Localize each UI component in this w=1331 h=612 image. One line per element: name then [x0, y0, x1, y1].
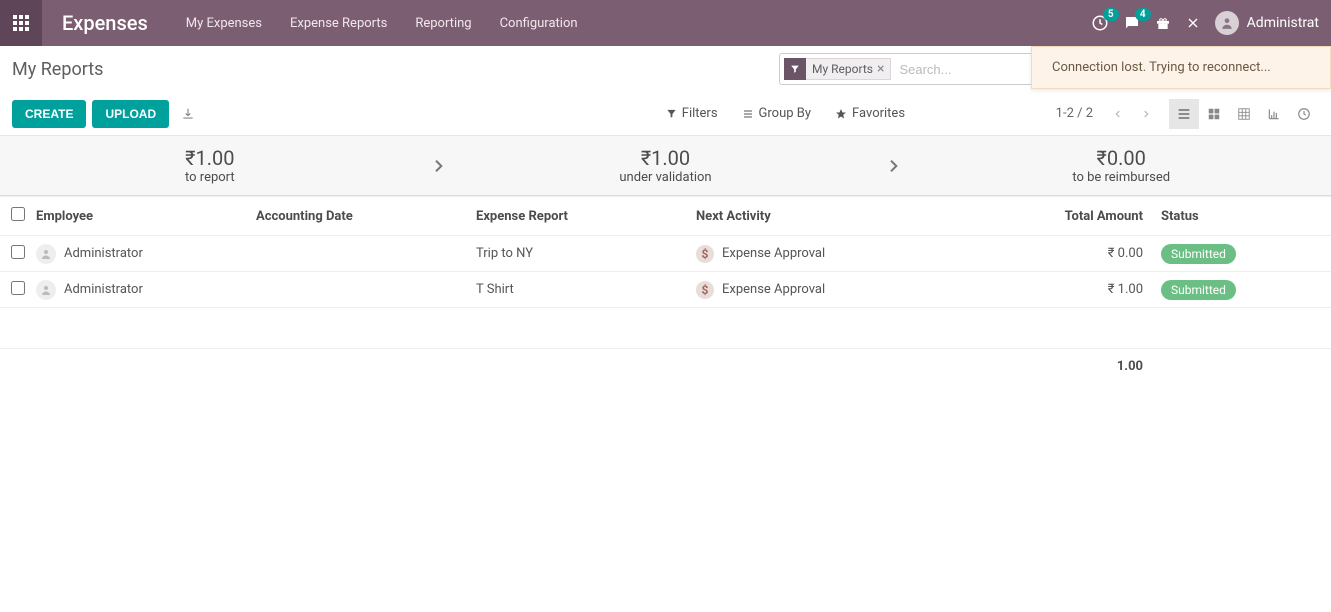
star-icon	[835, 108, 847, 120]
expense-report-name: T Shirt	[476, 282, 696, 297]
discuss-badge: 4	[1135, 8, 1151, 21]
view-list[interactable]	[1169, 99, 1199, 129]
cp-right: 1-2 / 2	[1056, 99, 1319, 129]
activity-icon-button[interactable]: 5	[1091, 14, 1109, 32]
debug-icon-button[interactable]	[1185, 15, 1201, 31]
avatar	[1215, 11, 1239, 35]
summary-to-report[interactable]: ₹1.00 to report	[0, 146, 420, 185]
select-all-checkbox-cell	[0, 207, 36, 225]
connection-toast: Connection lost. Trying to reconnect...	[1031, 46, 1331, 89]
filters-button[interactable]: Filters	[666, 106, 718, 121]
next-activity: Expense Approval	[722, 246, 825, 261]
gift-icon-button[interactable]	[1155, 15, 1171, 31]
apps-icon	[13, 15, 29, 31]
employee-avatar	[36, 280, 56, 300]
nav-right: 5 4 Administrat	[1091, 0, 1331, 46]
table-footer: 1.00	[0, 348, 1331, 384]
col-header-total-amount[interactable]: Total Amount	[996, 209, 1161, 224]
dollar-icon: $	[696, 281, 714, 299]
group-by-button[interactable]: Group By	[742, 106, 812, 121]
col-header-employee[interactable]: Employee	[36, 209, 256, 224]
pager-prev[interactable]	[1107, 103, 1129, 125]
chevron-right-icon	[430, 154, 446, 178]
nav-link-configuration[interactable]: Configuration	[486, 0, 592, 46]
control-panel-bottom: CREATE UPLOAD Filters Group By Favorites…	[0, 92, 1331, 136]
chevron-right-icon	[885, 154, 901, 178]
col-header-next-activity[interactable]: Next Activity	[696, 209, 996, 224]
app-brand[interactable]: Expenses	[42, 0, 172, 46]
summary-bar: ₹1.00 to report ₹1.00 under validation ₹…	[0, 136, 1331, 196]
user-menu[interactable]: Administrat	[1215, 11, 1319, 35]
status-badge: Submitted	[1161, 244, 1236, 264]
discuss-icon-button[interactable]: 4	[1123, 14, 1141, 32]
kanban-icon	[1207, 107, 1221, 121]
view-pivot[interactable]	[1229, 99, 1259, 129]
person-icon	[1220, 16, 1234, 30]
upload-button[interactable]: UPLOAD	[92, 100, 169, 128]
clock-icon	[1297, 107, 1311, 121]
nav-link-my-expenses[interactable]: My Expenses	[172, 0, 276, 46]
view-graph[interactable]	[1259, 99, 1289, 129]
nav-link-expense-reports[interactable]: Expense Reports	[276, 0, 401, 46]
top-navbar: Expenses My Expenses Expense Reports Rep…	[0, 0, 1331, 46]
view-kanban[interactable]	[1199, 99, 1229, 129]
status-badge: Submitted	[1161, 280, 1236, 300]
gift-icon	[1155, 15, 1171, 31]
person-icon	[40, 248, 52, 260]
employee-avatar	[36, 244, 56, 264]
employee-name: Administrator	[64, 246, 143, 261]
table-header: Employee Accounting Date Expense Report …	[0, 196, 1331, 236]
expense-report-name: Trip to NY	[476, 246, 696, 261]
summary-arrow	[875, 154, 911, 178]
row-checkbox[interactable]	[11, 281, 25, 295]
facet-remove-icon[interactable]: ×	[877, 61, 884, 77]
list-view-icon	[1176, 106, 1192, 122]
total-amount: ₹ 0.00	[996, 246, 1161, 261]
view-activity[interactable]	[1289, 99, 1319, 129]
col-header-status[interactable]: Status	[1161, 209, 1281, 224]
breadcrumb: My Reports	[12, 59, 779, 80]
pager-next[interactable]	[1135, 103, 1157, 125]
user-name: Administrat	[1247, 15, 1319, 31]
chevron-left-icon	[1113, 107, 1123, 121]
col-header-expense-report[interactable]: Expense Report	[476, 209, 696, 224]
chevron-right-icon	[1141, 107, 1151, 121]
favorites-button[interactable]: Favorites	[835, 106, 905, 121]
summary-to-reimburse[interactable]: ₹0.00 to be reimbursed	[911, 146, 1331, 185]
next-activity: Expense Approval	[722, 282, 825, 297]
nav-links: My Expenses Expense Reports Reporting Co…	[172, 0, 592, 46]
col-header-accounting-date[interactable]: Accounting Date	[256, 209, 476, 224]
person-icon	[40, 284, 52, 296]
summary-arrow	[420, 154, 456, 178]
create-button[interactable]: CREATE	[12, 100, 86, 128]
summary-under-validation[interactable]: ₹1.00 under validation	[456, 146, 876, 185]
search-tools: Filters Group By Favorites	[515, 106, 1056, 121]
facet-label: My Reports	[812, 62, 873, 76]
nav-link-reporting[interactable]: Reporting	[401, 0, 485, 46]
row-checkbox[interactable]	[11, 245, 25, 259]
filter-icon	[784, 58, 806, 80]
pager[interactable]: 1-2 / 2	[1056, 106, 1093, 121]
toast-message: Connection lost. Trying to reconnect...	[1052, 60, 1271, 75]
activity-badge: 5	[1103, 8, 1119, 21]
dollar-icon: $	[696, 245, 714, 263]
tools-icon	[1185, 15, 1201, 31]
footer-total: 1.00	[996, 359, 1161, 374]
pivot-icon	[1237, 107, 1251, 121]
search-facet: My Reports ×	[784, 58, 891, 80]
graph-icon	[1267, 107, 1281, 121]
total-amount: ₹ 1.00	[996, 282, 1161, 297]
download-icon[interactable]	[181, 107, 195, 121]
table-row[interactable]: Administrator T Shirt $ Expense Approval…	[0, 272, 1331, 308]
employee-name: Administrator	[64, 282, 143, 297]
table-body: Administrator Trip to NY $ Expense Appro…	[0, 236, 1331, 308]
select-all-checkbox[interactable]	[11, 207, 25, 221]
table-row[interactable]: Administrator Trip to NY $ Expense Appro…	[0, 236, 1331, 272]
list-icon	[742, 108, 754, 120]
apps-menu-button[interactable]	[0, 0, 42, 46]
filter-icon	[666, 108, 677, 119]
view-switcher	[1169, 99, 1319, 129]
